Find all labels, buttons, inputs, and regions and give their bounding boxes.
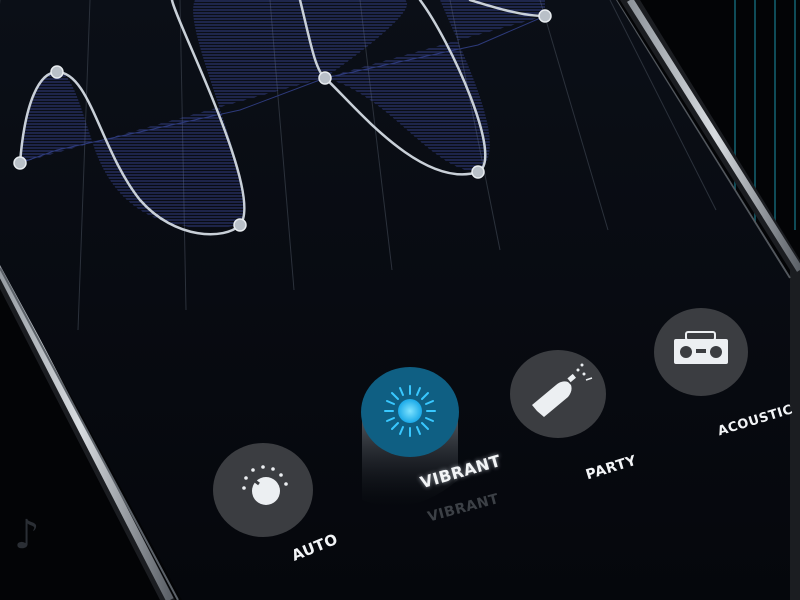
- mode-acoustic-button[interactable]: [654, 308, 748, 396]
- eq-handle[interactable]: [50, 65, 64, 79]
- eq-handle[interactable]: [233, 218, 247, 232]
- eq-handle[interactable]: [13, 156, 27, 170]
- mode-auto-button[interactable]: [213, 443, 313, 537]
- music-note-icon: ♪: [14, 512, 40, 558]
- mode-party-button[interactable]: [510, 350, 606, 438]
- eq-handle[interactable]: [318, 71, 332, 85]
- eq-handle[interactable]: [538, 9, 552, 23]
- sun-icon: [384, 385, 436, 437]
- eq-handle[interactable]: [471, 165, 485, 179]
- scene-graphic: [0, 0, 800, 600]
